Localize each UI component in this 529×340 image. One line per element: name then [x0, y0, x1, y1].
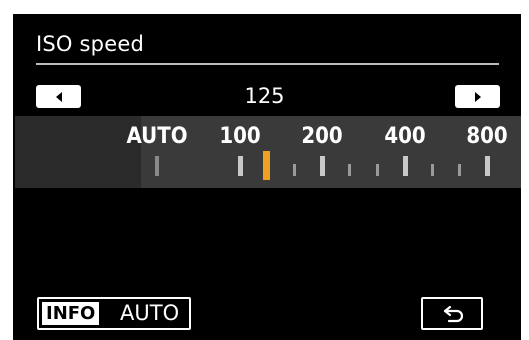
right-triangle-icon [474, 91, 481, 102]
scale-tick-minor [376, 164, 379, 176]
scale-tick-minor [431, 164, 434, 176]
scale-label-100: 100 [219, 124, 261, 149]
scale-label-200: 200 [301, 124, 343, 149]
info-value: AUTO [120, 301, 180, 325]
scale-tick-200 [320, 156, 325, 176]
title-divider [36, 63, 499, 65]
scale-tick-minor [348, 164, 351, 176]
scale-label-400: 400 [384, 124, 426, 149]
scale-tick-800 [485, 156, 490, 176]
current-iso-value: 125 [244, 84, 285, 108]
scale-tick-400 [403, 156, 408, 176]
iso-scale-inactive-region [15, 116, 141, 188]
scale-tick-100 [238, 156, 243, 176]
info-label: INFO [42, 302, 100, 325]
page-title: ISO speed [36, 32, 144, 56]
scale-tick-auto [155, 156, 159, 176]
scale-label-auto: AUTO [126, 124, 188, 149]
scale-tick-minor [293, 164, 296, 176]
selected-value-marker [263, 151, 270, 180]
scale-label-800: 800 [466, 124, 508, 149]
scale-tick-minor [458, 164, 461, 176]
info-auto-button[interactable]: INFO AUTO [37, 297, 191, 330]
back-button[interactable] [421, 297, 483, 330]
return-arrow-icon [443, 305, 464, 323]
next-value-button[interactable] [455, 85, 500, 108]
